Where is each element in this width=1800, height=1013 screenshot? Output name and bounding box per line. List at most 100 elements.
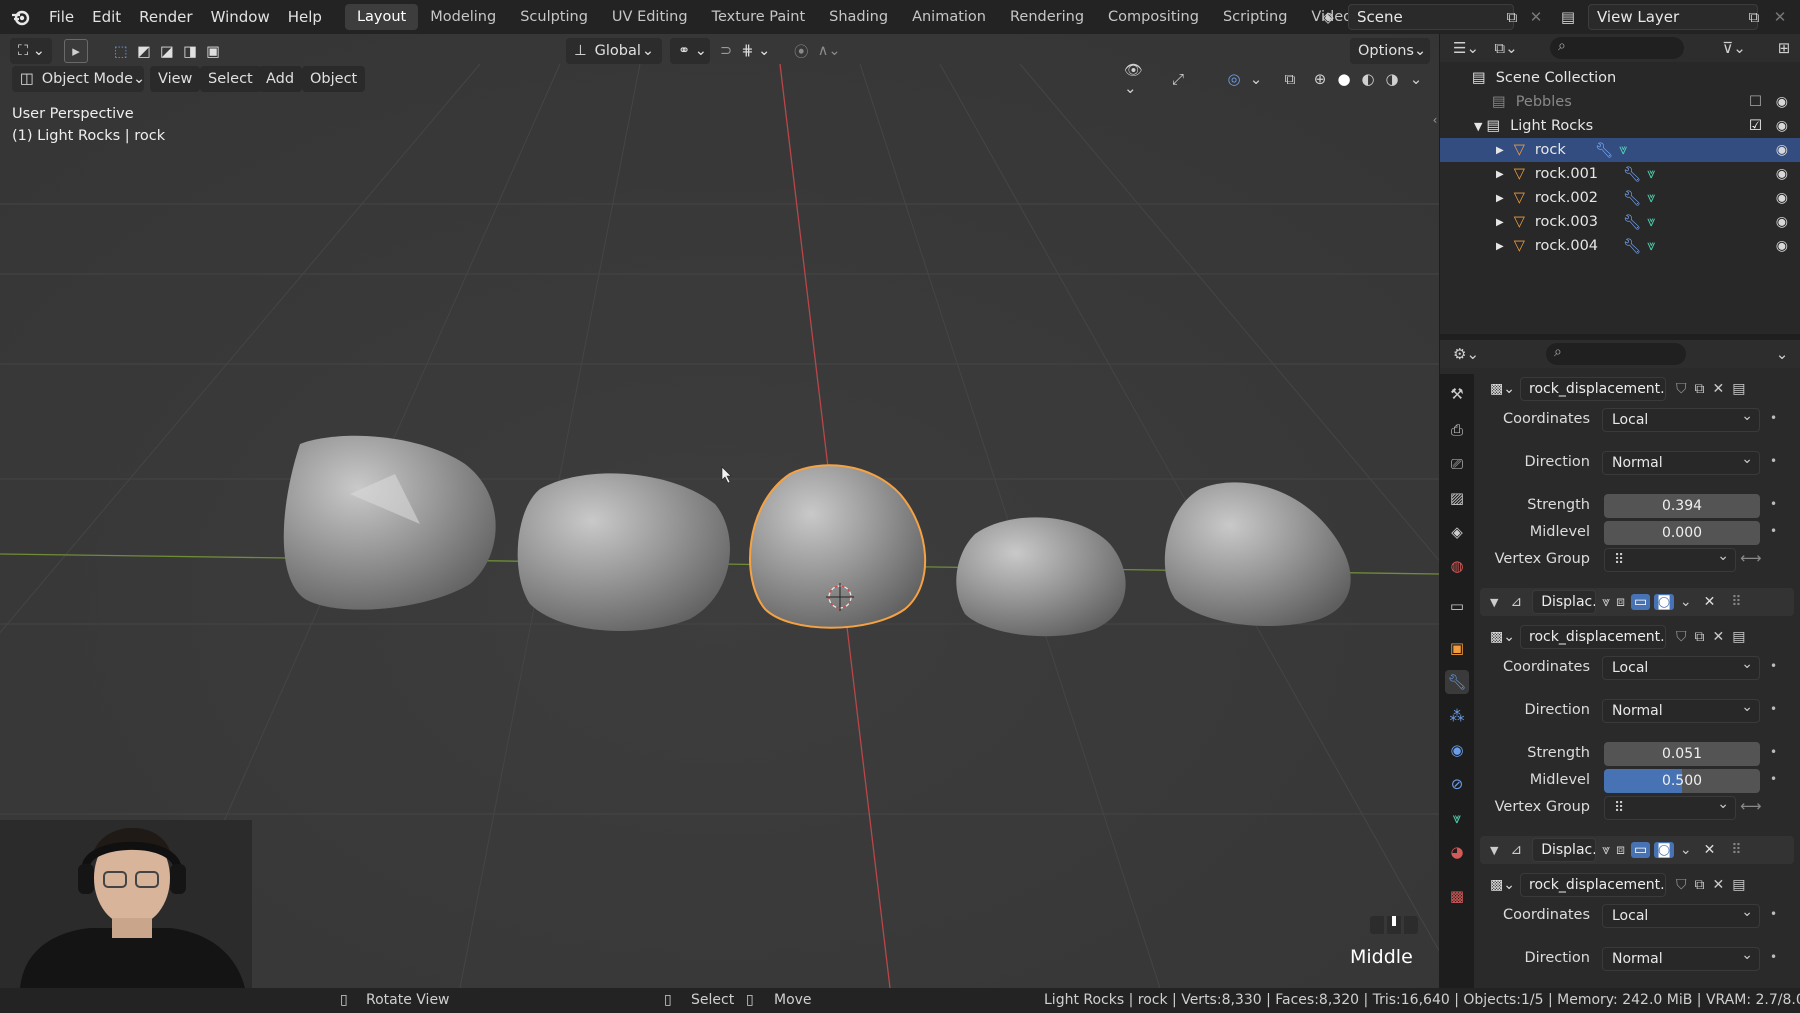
render-tab-icon[interactable]: ⎙	[1445, 418, 1469, 442]
texture-name-field[interactable]: rock_displacement.0...	[1520, 873, 1666, 897]
modifier-header-2[interactable]: ▼ ⊿ Displac... ⩔ ⧈ ▭ ◙ ⌄ ✕ ⠿	[1480, 588, 1794, 616]
rendered-shading-icon[interactable]: ◑	[1380, 67, 1404, 91]
gizmo-toggle-icon[interactable]: ⤢	[1166, 67, 1190, 91]
solid-shading-icon[interactable]: ●	[1332, 67, 1356, 91]
snap-toggle-icon[interactable]: ⊃	[720, 43, 732, 59]
unlink-icon[interactable]: ✕	[1713, 629, 1725, 645]
properties-search-input[interactable]: ⌕	[1546, 343, 1686, 365]
modifier-wrench-icon[interactable]: 🔧︎	[1623, 190, 1641, 207]
proportional-editing-controls[interactable]: ⦿ ∧⌄	[786, 38, 846, 64]
view-layer-selector[interactable]: View Layer	[1588, 4, 1758, 30]
falloff-icon[interactable]: ∧⌄	[818, 43, 841, 59]
outliner-row-scene-collection[interactable]: ▤ Scene Collection	[1440, 66, 1800, 90]
mesh-data-icon[interactable]: ⩔	[1647, 166, 1655, 182]
midlevel-field[interactable]: 0.000	[1604, 521, 1760, 545]
sidebar-toggle-icon[interactable]: ‹	[1430, 108, 1439, 132]
tab-scripting[interactable]: Scripting	[1211, 4, 1299, 30]
snapping-controls[interactable]: ⊃ ⋕ ⌄	[712, 38, 778, 64]
midlevel-slider[interactable]: 0.500	[1604, 769, 1760, 793]
duplicate-icon[interactable]: ⧉	[1695, 629, 1705, 645]
strength-field[interactable]: 0.394	[1604, 494, 1760, 518]
tab-shading[interactable]: Shading	[817, 4, 900, 30]
mesh-data-icon[interactable]: ⩔	[1647, 214, 1655, 230]
keyframe-dot-icon[interactable]: •	[1770, 907, 1777, 921]
particles-tab-icon[interactable]: ⁂	[1445, 704, 1469, 728]
keyframe-dot-icon[interactable]: •	[1770, 524, 1777, 538]
selection-mode-buttons[interactable]: ⬚ ◩ ◪ ◨ ▣	[106, 39, 228, 65]
drag-handle-icon[interactable]: ⠿	[1731, 842, 1741, 858]
collapse-arrow-icon[interactable]: ▼	[1490, 844, 1498, 857]
options-dropdown[interactable]: Options ⌄	[1350, 38, 1430, 64]
display-mode-icon[interactable]: ⧉⌄	[1494, 36, 1518, 60]
duplicate-icon[interactable]: ⧉	[1695, 381, 1705, 397]
mesh-data-icon[interactable]: ⩔	[1647, 190, 1655, 206]
fake-user-icon[interactable]: ⛉	[1676, 877, 1687, 893]
expand-arrow-icon[interactable]: ▶	[1496, 241, 1504, 252]
output-tab-icon[interactable]: ⎚	[1445, 452, 1469, 476]
coordinates-dropdown[interactable]: Local	[1602, 405, 1760, 432]
modifier-name-field[interactable]: Displac...	[1532, 590, 1597, 614]
keyframe-dot-icon[interactable]: •	[1770, 659, 1777, 673]
keyframe-dot-icon[interactable]: •	[1770, 950, 1777, 964]
keyframe-dot-icon[interactable]: •	[1770, 772, 1777, 786]
world-tab-icon[interactable]: ◍	[1445, 554, 1469, 578]
scene-tab-icon[interactable]: ◈	[1445, 520, 1469, 544]
select-extend-icon[interactable]: ◩	[137, 44, 151, 60]
keyframe-dot-icon[interactable]: •	[1770, 454, 1777, 468]
keyframe-dot-icon[interactable]: •	[1770, 497, 1777, 511]
texture-name-field[interactable]: rock_displacement.0...	[1520, 625, 1666, 649]
texture-browse-icon[interactable]: ▩⌄	[1490, 629, 1520, 645]
wireframe-shading-icon[interactable]: ⊕	[1308, 67, 1332, 91]
menu-select[interactable]: Select	[200, 66, 261, 92]
collapse-arrow-icon[interactable]: ▼	[1490, 596, 1498, 609]
tab-texture-paint[interactable]: Texture Paint	[700, 4, 818, 30]
menu-add[interactable]: Add	[258, 66, 303, 92]
expand-arrow-icon[interactable]: ▶	[1496, 193, 1504, 204]
modifier-wrench-icon[interactable]: 🔧︎	[1623, 166, 1641, 183]
scene-selector[interactable]: Scene	[1348, 4, 1514, 30]
new-collection-icon[interactable]: ⊞	[1772, 36, 1796, 60]
vertex-group-field[interactable]: ⠿	[1604, 793, 1736, 820]
overlays-toggle-icon[interactable]: ◎	[1222, 67, 1246, 91]
outliner-row-pebbles[interactable]: ▤ Pebbles ☐ ◉	[1440, 90, 1800, 114]
texture-properties-icon[interactable]: ▤	[1732, 381, 1745, 397]
exclude-checkbox[interactable]: ☐	[1749, 94, 1762, 110]
outliner-row-rock-003[interactable]: ▶ ▽ rock.003 🔧︎ ⩔ ◉	[1440, 210, 1800, 234]
render-toggle-icon[interactable]: ◙	[1654, 594, 1674, 610]
pivot-point-dropdown[interactable]: ⚭ ⌄	[670, 38, 710, 64]
select-invert-icon[interactable]: ◨	[183, 44, 197, 60]
editor-type-icon[interactable]: ☰⌄	[1453, 36, 1479, 60]
material-preview-icon[interactable]: ◐	[1356, 67, 1380, 91]
material-tab-icon[interactable]: ◕	[1445, 840, 1469, 864]
outliner-row-rock-002[interactable]: ▶ ▽ rock.002 🔧︎ ⩔ ◉	[1440, 186, 1800, 210]
proportional-edit-icon[interactable]: ⦿	[794, 41, 809, 62]
tab-uv-editing[interactable]: UV Editing	[600, 4, 700, 30]
outliner-row-rock-004[interactable]: ▶ ▽ rock.004 🔧︎ ⩔ ◉	[1440, 234, 1800, 258]
tab-rendering[interactable]: Rendering	[998, 4, 1096, 30]
modifier-name-field[interactable]: Displac...	[1532, 838, 1597, 862]
select-tool-icon[interactable]: ▸	[64, 39, 88, 63]
modifier-header-3[interactable]: ▼ ⊿ Displac... ⩔ ⧈ ▭ ◙ ⌄ ✕ ⠿	[1480, 836, 1794, 864]
vertex-group-field[interactable]: ⠿	[1604, 545, 1736, 572]
expand-arrow-icon[interactable]: ▶	[1496, 145, 1504, 156]
outliner-row-light-rocks[interactable]: ▼ ▤ Light Rocks ☑ ◉	[1440, 114, 1800, 138]
texture-tab-icon[interactable]: ▩	[1445, 884, 1469, 908]
select-intersect-icon[interactable]: ▣	[206, 44, 220, 60]
menu-help[interactable]: Help	[279, 0, 331, 34]
delete-scene-icon[interactable]: ✕	[1524, 5, 1548, 29]
exclude-checkbox[interactable]: ☑	[1749, 118, 1762, 134]
tool-tab-icon[interactable]: ⚒	[1445, 382, 1469, 406]
rock-object-2[interactable]	[517, 473, 730, 631]
unlink-icon[interactable]: ✕	[1713, 877, 1725, 893]
menu-object[interactable]: Object	[302, 66, 366, 92]
tab-compositing[interactable]: Compositing	[1096, 4, 1211, 30]
eye-icon[interactable]: ◉	[1776, 190, 1788, 206]
eye-icon[interactable]: ◉	[1776, 214, 1788, 230]
keyframe-dot-icon[interactable]: •	[1770, 702, 1777, 716]
select-new-icon[interactable]: ⬚	[114, 44, 128, 60]
constraints-tab-icon[interactable]: ⊘	[1445, 772, 1469, 796]
eye-icon[interactable]: ◉	[1776, 166, 1788, 182]
viewport-display-icon[interactable]: ▭	[1631, 594, 1651, 610]
strength-field[interactable]: 0.051	[1604, 742, 1760, 766]
eye-icon[interactable]: ◉	[1776, 118, 1788, 134]
